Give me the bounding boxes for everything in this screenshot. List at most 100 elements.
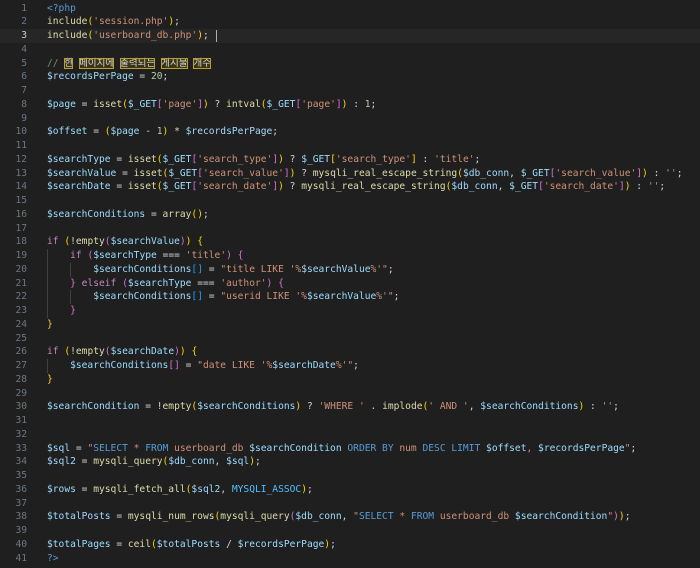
line-number: 19 <box>15 250 27 261</box>
code-token: $totalPages <box>47 538 111 550</box>
code-token: : <box>630 181 648 193</box>
code-token: { <box>278 277 284 289</box>
code-token: } <box>47 318 53 330</box>
code-token: mysqli_real_escape_string <box>301 181 446 193</box>
code-token: ; <box>162 71 169 83</box>
code-line[interactable]: 8 $page = isset($_GET['page']) ? intval($… <box>0 98 700 112</box>
code-token: , <box>497 181 510 193</box>
code-token: "date LIKE '% <box>197 360 273 371</box>
code-line[interactable]: 41 ?> <box>0 552 700 566</box>
code-token: $searchType <box>127 277 192 289</box>
code-text: $searchDate = isset($_GET['search_date']… <box>47 180 665 194</box>
code-token: $searchDate <box>110 346 175 358</box>
code-text: } <box>47 304 76 318</box>
code-line[interactable]: 10 $offset = ($page - 1) * $recordsPerPag… <box>0 125 700 139</box>
line-number: 22 <box>15 291 27 303</box>
code-token: ; <box>174 16 180 28</box>
code-token: implode <box>382 401 423 413</box>
line-number: 25 <box>15 332 27 344</box>
code-token: '' <box>601 401 614 413</box>
code-line[interactable]: 3 include('userboard_db.php'); <box>0 29 700 43</box>
code-token: = <box>202 263 221 275</box>
code-token: %'" <box>376 291 394 303</box>
code-line[interactable]: 19 if ($searchType === 'title') { <box>0 249 700 263</box>
code-line[interactable]: 33 $sql = "SELECT * FROM userboard_db $se… <box>0 442 700 456</box>
code-line[interactable]: 26 if (!empty($searchDate)) { <box>0 345 700 359</box>
code-line[interactable]: 11 <box>0 139 700 153</box>
code-line[interactable]: 31 <box>0 414 700 428</box>
code-token: = <box>87 126 105 138</box>
code-token: ; <box>272 126 279 138</box>
code-line[interactable]: 40 $totalPages = ceil($totalPosts / $reco… <box>0 538 700 552</box>
code-line[interactable]: 2 include('session.php'); <box>0 15 700 29</box>
code-line[interactable]: 28} <box>0 373 700 387</box>
code-token: '' <box>647 181 660 193</box>
code-line[interactable]: 5 // 한 페이지에 출력되는 게시물 개수 <box>0 57 700 71</box>
code-line[interactable]: 23 } <box>0 304 700 318</box>
code-text: $totalPosts = mysqli_num_rows(mysqli_que… <box>47 510 630 524</box>
code-token: === <box>191 277 221 289</box>
code-editor[interactable]: 1 <?php 2 include('session.php'); 3 include('… <box>0 0 700 568</box>
code-line[interactable]: 20 $searchConditions[] = "title LIKE '%$… <box>0 263 700 277</box>
indent-guide <box>47 359 48 373</box>
code-token: $offset <box>486 442 527 454</box>
code-token: 20 <box>150 71 163 83</box>
code-line[interactable]: 34 $sql2 = mysqli_query($db_conn, $sql); <box>0 455 700 469</box>
code-line[interactable]: 4 <box>0 43 700 57</box>
code-line[interactable]: 17 <box>0 222 700 236</box>
code-line[interactable]: 25 <box>0 332 700 346</box>
code-token: empty <box>75 346 105 358</box>
code-token: ; <box>624 511 631 523</box>
code-token: [] <box>191 291 203 303</box>
code-token: ; <box>353 360 359 371</box>
code-line[interactable]: 27 $searchConditions[] = "date LIKE '%$s… <box>0 359 700 373</box>
code-token: include <box>47 30 88 41</box>
code-token: mysqli_query <box>93 456 163 468</box>
code-line[interactable]: 6 $recordsPerPage = 20; <box>0 70 700 84</box>
code-token: ; <box>202 30 209 41</box>
code-line[interactable]: 30 $searchCondition = !empty($searchCondi… <box>0 400 700 414</box>
code-text: } <box>47 318 53 332</box>
code-token: $searchValue <box>47 167 117 179</box>
code-token: %'" <box>335 360 354 371</box>
code-line[interactable]: 35 <box>0 469 700 483</box>
line-number: 26 <box>15 346 27 358</box>
line-number: 30 <box>15 401 27 413</box>
code-token: $db_conn <box>295 511 342 523</box>
code-line[interactable]: 7 <box>0 84 700 98</box>
code-line[interactable]: 18 if (!empty($searchValue)) { <box>0 235 700 249</box>
code-line[interactable]: 29 <box>0 387 700 401</box>
code-token: $rows <box>47 483 76 495</box>
code-line[interactable]: 32 <box>0 428 700 442</box>
code-token: } <box>70 305 76 316</box>
code-token: $_GET <box>301 153 331 165</box>
line-number: 23 <box>15 305 27 316</box>
code-line[interactable]: 38 $totalPosts = mysqli_num_rows(mysqli_q… <box>0 510 700 524</box>
code-line[interactable]: 1 <?php <box>0 2 700 16</box>
code-line[interactable]: 36 $rows = mysqli_fetch_all($sql2, MYSQLI… <box>0 483 700 497</box>
code-line[interactable]: 37 <box>0 497 700 511</box>
code-line[interactable]: 21 } elseif ($searchType === 'author') { <box>0 277 700 291</box>
code-token: $searchValue <box>110 236 180 248</box>
code-token: = <box>110 538 128 550</box>
line-number: 28 <box>15 373 27 385</box>
code-line[interactable]: 14 $searchDate = isset($_GET['search_date… <box>0 180 700 194</box>
code-line[interactable]: 12 $searchType = isset($_GET['search_type… <box>0 153 700 167</box>
code-line[interactable]: 16 $searchConditions = array(); <box>0 208 700 222</box>
code-token: [] <box>191 263 203 275</box>
code-token: ORDER BY <box>347 442 394 454</box>
code-line[interactable]: 24} <box>0 318 700 332</box>
code-token: ?> <box>47 552 59 564</box>
code-line[interactable]: 15 <box>0 194 700 208</box>
code-line[interactable]: 13 $searchValue = isset($_GET['search_val… <box>0 167 700 181</box>
code-token: 'search_date' <box>543 181 619 193</box>
code-line[interactable]: 39 <box>0 524 700 538</box>
code-token: ; <box>387 263 394 275</box>
code-line[interactable]: 9 <box>0 112 700 126</box>
code-token: = <box>75 483 94 495</box>
code-line[interactable]: 22 $searchConditions[] = "userid LIKE '%… <box>0 290 700 304</box>
line-number: 32 <box>15 428 27 440</box>
code-token: 출력되는 <box>120 57 156 69</box>
